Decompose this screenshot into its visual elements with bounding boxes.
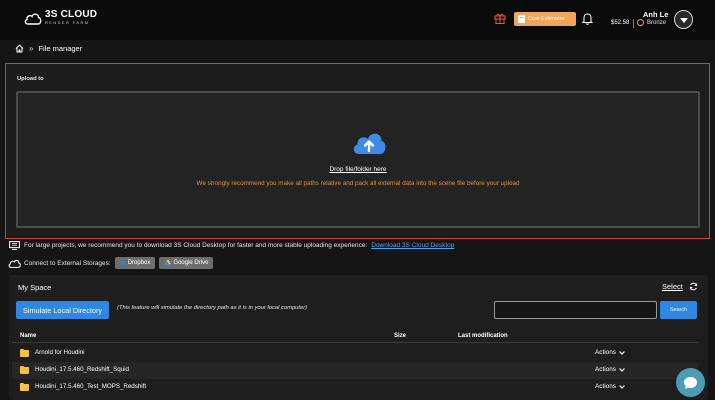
folder-icon <box>20 382 29 391</box>
search-input[interactable] <box>494 301 657 319</box>
table-row[interactable]: Arnold for Houdini Actions <box>12 345 698 362</box>
actions-dropdown[interactable]: Actions <box>595 366 625 373</box>
chevron-down-icon <box>619 350 625 355</box>
home-icon[interactable] <box>15 44 24 53</box>
actions-dropdown[interactable]: Actions <box>595 383 625 390</box>
dropbox-icon <box>119 260 126 266</box>
refresh-icon[interactable] <box>689 282 698 291</box>
cost-estimator-label: Cost Estimator <box>528 16 565 22</box>
desktop-recommendation: For large projects, we recommend you to … <box>9 241 454 250</box>
cloud-upload-icon <box>353 133 386 154</box>
header-divider <box>633 19 634 28</box>
folder-name[interactable]: Houdini_17.5.460_Test_MOPS_Redshift <box>35 383 146 390</box>
drop-files-link[interactable]: Drop file/folder here <box>18 166 698 173</box>
monitor-icon <box>9 241 20 250</box>
table-row[interactable]: Houdini_17.5.460_Redshift_Squid Actions <box>12 362 698 379</box>
column-size[interactable]: Size <box>394 333 406 339</box>
my-space-title: My Space <box>18 283 52 292</box>
actions-label: Actions <box>595 383 616 390</box>
breadcrumb-current: File manager <box>38 44 83 53</box>
column-name[interactable]: Name <box>20 333 36 339</box>
upload-panel: Upload to Drop file/folder here We stron… <box>5 63 710 239</box>
chat-support-button[interactable] <box>676 368 705 397</box>
cost-estimator-button[interactable]: Cost Estimator <box>514 12 576 26</box>
breadcrumb: » File manager <box>15 44 82 53</box>
actions-label: Actions <box>595 349 616 356</box>
actions-label: Actions <box>595 366 616 373</box>
chat-icon <box>684 376 697 389</box>
google-drive-button[interactable]: Google Drive <box>159 257 214 269</box>
upload-dropzone[interactable]: Drop file/folder here We strongly recomm… <box>16 91 700 228</box>
desktop-recommendation-text: For large projects, we recommend you to … <box>24 242 368 249</box>
medal-icon <box>637 19 644 26</box>
breadcrumb-separator: » <box>29 44 34 53</box>
cloud-logo-icon <box>24 12 42 25</box>
logo[interactable]: 3S CLOUD RENDER FARM <box>24 10 97 25</box>
chevron-down-icon <box>619 384 625 389</box>
user-name: Anh Le <box>643 10 669 19</box>
upload-hint: We strongly recommend you make all paths… <box>196 180 520 187</box>
logo-sub-text: RENDER FARM <box>45 20 90 25</box>
folder-icon <box>20 365 29 374</box>
cloud-link-icon <box>8 259 21 268</box>
folder-icon <box>20 348 29 357</box>
top-header: 3S CLOUD RENDER FARM Cost Estimator Anh … <box>0 0 715 40</box>
my-space-panel: My Space Select Simulate Local Directory… <box>9 275 708 400</box>
column-last-modification[interactable]: Last modification <box>458 333 508 339</box>
table-row[interactable]: Houdini_17.5.460_Test_MOPS_Redshift Acti… <box>12 379 698 396</box>
simulate-note: (This feature will simulate the director… <box>117 305 308 311</box>
dropbox-button[interactable]: Dropbox <box>114 257 156 269</box>
google-drive-icon <box>164 260 172 266</box>
external-storages-label: Connect to External Storages: <box>24 259 111 267</box>
user-tier: Bronze <box>637 19 666 26</box>
bell-icon[interactable] <box>581 12 594 27</box>
download-desktop-link[interactable]: Download 3S Cloud Desktop <box>371 242 454 249</box>
file-table-header: Name Size Last modification <box>12 330 698 343</box>
tier-label: Bronze <box>647 19 667 26</box>
user-menu-button[interactable] <box>674 10 693 29</box>
select-link[interactable]: Select <box>662 282 683 291</box>
google-drive-label: Google Drive <box>173 260 209 266</box>
chevron-down-icon <box>619 367 625 372</box>
search-button[interactable]: Search <box>660 301 697 319</box>
upload-label: Upload to <box>17 76 44 82</box>
actions-dropdown[interactable]: Actions <box>595 349 625 356</box>
account-balance: $52.58 <box>611 20 630 26</box>
folder-name[interactable]: Arnold for Houdini <box>35 349 85 356</box>
calculator-icon <box>518 15 525 23</box>
logo-main-text: 3S CLOUD <box>45 9 98 20</box>
gift-icon[interactable] <box>494 12 506 26</box>
caret-down-icon <box>679 17 688 23</box>
dropbox-label: Dropbox <box>127 260 151 266</box>
folder-name[interactable]: Houdini_17.5.460_Redshift_Squid <box>35 366 129 373</box>
simulate-local-directory-button[interactable]: Simulate Local Directory <box>16 301 109 319</box>
external-storages: Connect to External Storages: Dropbox Go… <box>8 257 214 269</box>
